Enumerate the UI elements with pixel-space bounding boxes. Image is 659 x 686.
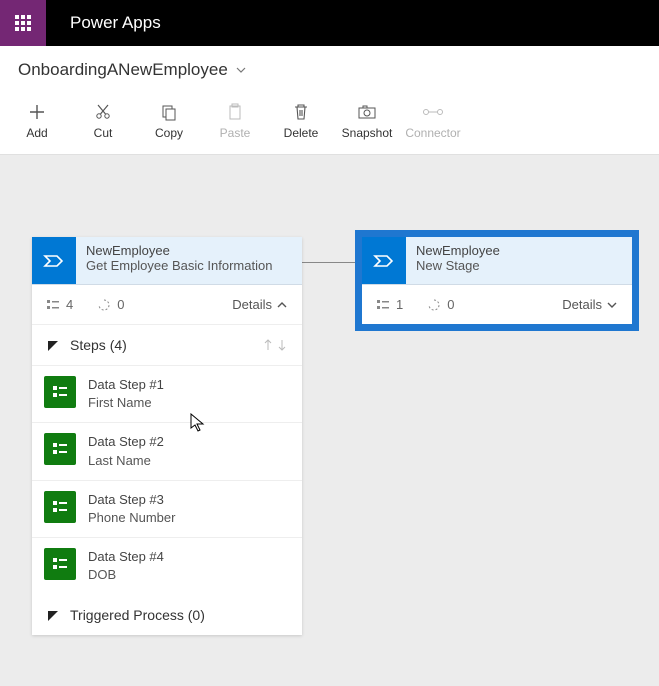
details-toggle[interactable]: Details [562,297,618,312]
add-button[interactable]: Add [4,90,70,148]
details-toggle[interactable]: Details [232,297,288,312]
step-row[interactable]: Data Step #4 DOB [32,538,302,594]
branch-count: 0 [427,297,454,312]
stage-name: New Stage [416,258,500,273]
chevron-down-icon [606,299,618,311]
stage-summary-row: 4 0 Details [32,285,302,325]
step-title: Data Step #3 [88,491,175,509]
toolbar: Add Cut Copy Paste Delete Snapshot Conne… [0,90,659,154]
connector-line [302,262,362,263]
stage-summary-row: 1 0 Details [362,285,632,324]
stage-name: Get Employee Basic Information [86,258,272,273]
copy-icon [160,103,178,121]
data-step-icon [44,433,76,465]
title-bar: Power Apps [0,0,659,46]
app-launcher-button[interactable] [0,0,46,46]
steps-section-header[interactable]: Steps (4) [32,325,302,366]
cut-label: Cut [94,126,113,140]
paste-button[interactable]: Paste [202,90,268,148]
step-subtitle: Phone Number [88,509,175,527]
stage-card-header: NewEmployee Get Employee Basic Informati… [32,237,302,285]
stage-entity-name: NewEmployee [86,243,272,258]
data-step-icon [44,376,76,408]
breadcrumb[interactable]: OnboardingANewEmployee [0,46,659,90]
waffle-icon [15,15,31,31]
stage-entity-name: NewEmployee [416,243,500,258]
step-subtitle: DOB [88,566,164,584]
list-icon [46,298,60,312]
step-row[interactable]: Data Step #1 First Name [32,366,302,423]
app-title: Power Apps [46,0,161,46]
step-title: Data Step #2 [88,433,164,451]
stage-card-get-employee-info[interactable]: NewEmployee Get Employee Basic Informati… [32,237,302,635]
triggered-process-section-header[interactable]: Triggered Process (0) [32,595,302,635]
arrow-down-icon [276,338,288,352]
arrow-up-icon [262,338,274,352]
paste-icon [226,103,244,121]
command-bar: OnboardingANewEmployee Add Cut Copy Past… [0,46,659,155]
list-icon [376,298,390,312]
triangle-down-icon [46,338,60,352]
step-title: Data Step #4 [88,548,164,566]
delete-button[interactable]: Delete [268,90,334,148]
data-step-icon [44,548,76,580]
stage-card-header: NewEmployee New Stage [362,237,632,285]
connector-icon [422,106,444,118]
snapshot-label: Snapshot [342,126,393,140]
cut-button[interactable]: Cut [70,90,136,148]
step-subtitle: First Name [88,394,164,412]
branch-count: 0 [97,297,124,312]
data-step-icon [44,491,76,523]
copy-label: Copy [155,126,183,140]
triangle-down-icon [46,608,60,622]
scissors-icon [94,103,112,121]
steps-count: 1 [376,297,403,312]
step-row[interactable]: Data Step #2 Last Name [32,423,302,480]
paste-label: Paste [220,126,251,140]
trash-icon [292,103,310,121]
chevron-down-icon [234,63,248,77]
plus-icon [28,103,46,121]
stage-card-new-stage[interactable]: NewEmployee New Stage 1 0 Details [362,237,632,324]
add-label: Add [26,126,47,140]
step-subtitle: Last Name [88,452,164,470]
steps-count: 4 [46,297,73,312]
step-row[interactable]: Data Step #3 Phone Number [32,481,302,538]
delete-label: Delete [284,126,319,140]
camera-icon [357,104,377,120]
connector-label: Connector [405,126,460,140]
cycle-icon [97,298,111,312]
copy-button[interactable]: Copy [136,90,202,148]
cycle-icon [427,298,441,312]
step-title: Data Step #1 [88,376,164,394]
stage-badge-icon [362,237,406,284]
stage-badge-icon [32,237,76,284]
design-canvas[interactable]: NewEmployee Get Employee Basic Informati… [0,155,659,686]
chevron-up-icon [276,299,288,311]
snapshot-button[interactable]: Snapshot [334,90,400,148]
connector-button[interactable]: Connector [400,90,466,148]
breadcrumb-label: OnboardingANewEmployee [18,60,228,80]
